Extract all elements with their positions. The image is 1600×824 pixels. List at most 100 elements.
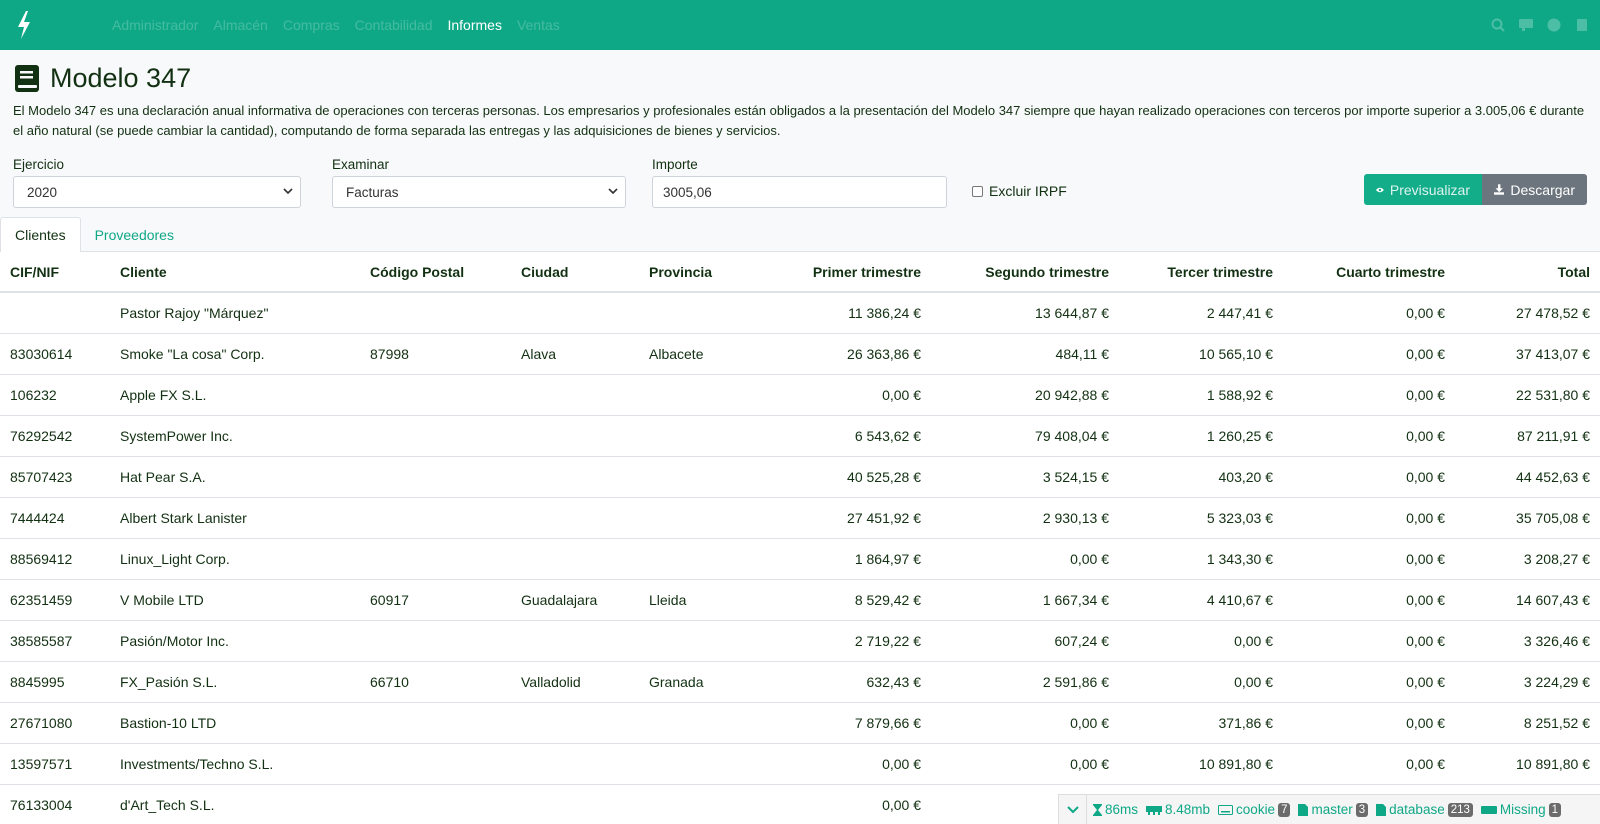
- table-cell: 44 452,63 €: [1455, 456, 1600, 498]
- column-header[interactable]: Total: [1455, 252, 1600, 293]
- nav-item-contabilidad[interactable]: Contabilidad: [355, 17, 433, 33]
- column-header[interactable]: Ciudad: [511, 252, 639, 293]
- debugbar-database[interactable]: database 213: [1376, 802, 1473, 817]
- table-cell: 87998: [360, 333, 511, 375]
- user-icon[interactable]: [1574, 17, 1590, 33]
- debugbar-master[interactable]: master 3: [1298, 802, 1369, 817]
- debugbar-toggle[interactable]: [1059, 795, 1087, 824]
- table-row[interactable]: 83030614 Smoke "La cosa" Corp. 87998 Alava A…: [0, 333, 1600, 375]
- table-cell: 35 705,08 €: [1455, 497, 1600, 539]
- table-cell: 1 864,97 €: [759, 538, 931, 580]
- table-cell: [0, 292, 110, 334]
- nav-item-administrador[interactable]: Administrador: [112, 17, 198, 33]
- download-button[interactable]: Descargar: [1482, 174, 1587, 205]
- table-cell: 27671080: [0, 702, 110, 744]
- table-cell: 66710: [360, 661, 511, 703]
- tab-proveedores[interactable]: Proveedores: [81, 217, 188, 252]
- table-cell: Alava: [511, 333, 639, 375]
- table-cell: 62351459: [0, 579, 110, 621]
- table-cell: 1 260,25 €: [1119, 415, 1283, 457]
- translate-icon: [1480, 805, 1497, 814]
- table-cell: Granada: [639, 661, 759, 703]
- table-cell: 10 891,80 €: [1119, 743, 1283, 785]
- column-header[interactable]: Segundo trimestre: [931, 252, 1119, 293]
- table-cell: 79 408,04 €: [931, 415, 1119, 457]
- eye-icon: [1376, 187, 1384, 192]
- table-cell: 0,00 €: [1119, 620, 1283, 662]
- excluir-irpf-option[interactable]: Excluir IRPF: [972, 183, 1067, 199]
- table-row[interactable]: 62351459 V Mobile LTD 60917 Guadalajara Llei…: [0, 579, 1600, 621]
- debugbar-missing[interactable]: Missing 1: [1480, 802, 1562, 817]
- table-cell: 10 565,10 €: [1119, 333, 1283, 375]
- table-cell: 607,24 €: [931, 620, 1119, 662]
- table-cell: 0,00 €: [759, 374, 931, 416]
- keyboard-icon: [1218, 804, 1234, 815]
- debugbar-time[interactable]: 86ms: [1093, 802, 1138, 817]
- table-cell: 2 719,22 €: [759, 620, 931, 662]
- preview-button[interactable]: Previsualizar: [1364, 174, 1482, 205]
- ejercicio-select[interactable]: 2020: [13, 176, 301, 208]
- tab-clientes[interactable]: Clientes: [0, 217, 81, 253]
- table-row[interactable]: 13597571 Investments/Techno S.L. 0,00 €0,0…: [0, 743, 1600, 785]
- clients-table-container: CIF/NIF Cliente Código Postal Ciudad Provinc…: [0, 252, 1600, 824]
- column-header[interactable]: Código Postal: [360, 252, 511, 293]
- column-header[interactable]: Cliente: [110, 252, 360, 293]
- nav-item-informes[interactable]: Informes: [447, 17, 501, 33]
- table-cell: 0,00 €: [1283, 456, 1455, 498]
- column-header[interactable]: Tercer trimestre: [1119, 252, 1283, 293]
- debugbar-memory[interactable]: 8.48mb: [1146, 802, 1210, 817]
- column-header[interactable]: Provincia: [639, 252, 759, 293]
- download-button-label: Descargar: [1510, 181, 1575, 198]
- table-row[interactable]: 88569412 Linux_Light Corp. 1 864,97 €0,00 …: [0, 538, 1600, 580]
- table-cell: [639, 374, 759, 416]
- examinar-label: Examinar: [332, 157, 390, 172]
- table-cell: 0,00 €: [1283, 661, 1455, 703]
- examinar-select[interactable]: Facturas: [332, 176, 626, 208]
- table-cell: [360, 702, 511, 744]
- column-header[interactable]: CIF/NIF: [0, 252, 110, 293]
- table-cell: [639, 292, 759, 334]
- notes-icon[interactable]: [1518, 17, 1534, 33]
- excluir-irpf-checkbox[interactable]: [972, 185, 983, 197]
- table-row[interactable]: 38585587 Pasión/Motor Inc. 2 719,22 €607,2…: [0, 620, 1600, 662]
- help-icon[interactable]: [1546, 17, 1562, 33]
- nav-item-ventas[interactable]: Ventas: [517, 17, 560, 33]
- table-row[interactable]: 7444424 Albert Stark Lanister 27 451,92 €2…: [0, 497, 1600, 539]
- table-cell: 11 386,24 €: [759, 292, 931, 334]
- table-cell: 20 942,88 €: [931, 374, 1119, 416]
- table-cell: 371,86 €: [1119, 702, 1283, 744]
- table-cell: [360, 374, 511, 416]
- column-header[interactable]: Cuarto trimestre: [1283, 252, 1455, 293]
- chevron-down-icon: [283, 188, 293, 195]
- column-header[interactable]: Primer trimestre: [759, 252, 931, 293]
- table-row[interactable]: 85707423 Hat Pear S.A. 40 525,28 €3 524,15…: [0, 456, 1600, 498]
- table-row[interactable]: 8845995 FX_Pasión S.L. 66710 Valladolid Gran…: [0, 661, 1600, 703]
- table-cell: 106232: [0, 374, 110, 416]
- table-row[interactable]: 106232 Apple FX S.L. 0,00 €20 942,88 €1 58…: [0, 374, 1600, 416]
- ejercicio-label: Ejercicio: [13, 157, 65, 172]
- table-cell: [639, 415, 759, 457]
- navbar-tools: [1490, 0, 1590, 50]
- table-row[interactable]: 27671080 Bastion-10 LTD 7 879,66 €0,00 €37…: [0, 702, 1600, 744]
- table-cell: 60917: [360, 579, 511, 621]
- debugbar-database-count: 213: [1447, 802, 1473, 817]
- table-row[interactable]: Pastor Rajoy "Márquez" 11 386,24 €13 644,…: [0, 292, 1600, 334]
- table-cell: 3 208,27 €: [1455, 538, 1600, 580]
- table-row[interactable]: 76292542 SystemPower Inc. 6 543,62 €79 408…: [0, 415, 1600, 457]
- chevron-down-icon: [608, 188, 618, 195]
- table-cell: 5 323,03 €: [1119, 497, 1283, 539]
- debugbar-missing-count: 1: [1548, 802, 1562, 817]
- table-cell: Smoke "La cosa" Corp.: [110, 333, 360, 375]
- table-cell: 484,11 €: [931, 333, 1119, 375]
- nav-item-almacen[interactable]: Almacén: [213, 17, 267, 33]
- table-cell: 0,00 €: [1283, 374, 1455, 416]
- nav-item-compras[interactable]: Compras: [283, 17, 340, 33]
- table-cell: FX_Pasión S.L.: [110, 661, 360, 703]
- file-icon: [1376, 803, 1387, 816]
- table-cell: Albert Stark Lanister: [110, 497, 360, 539]
- brand-logo[interactable]: [0, 0, 48, 50]
- importe-input[interactable]: 3005,06: [652, 176, 947, 208]
- table-cell: Lleida: [639, 579, 759, 621]
- debugbar-cookie[interactable]: cookie 7: [1218, 802, 1291, 817]
- search-icon[interactable]: [1490, 17, 1506, 33]
